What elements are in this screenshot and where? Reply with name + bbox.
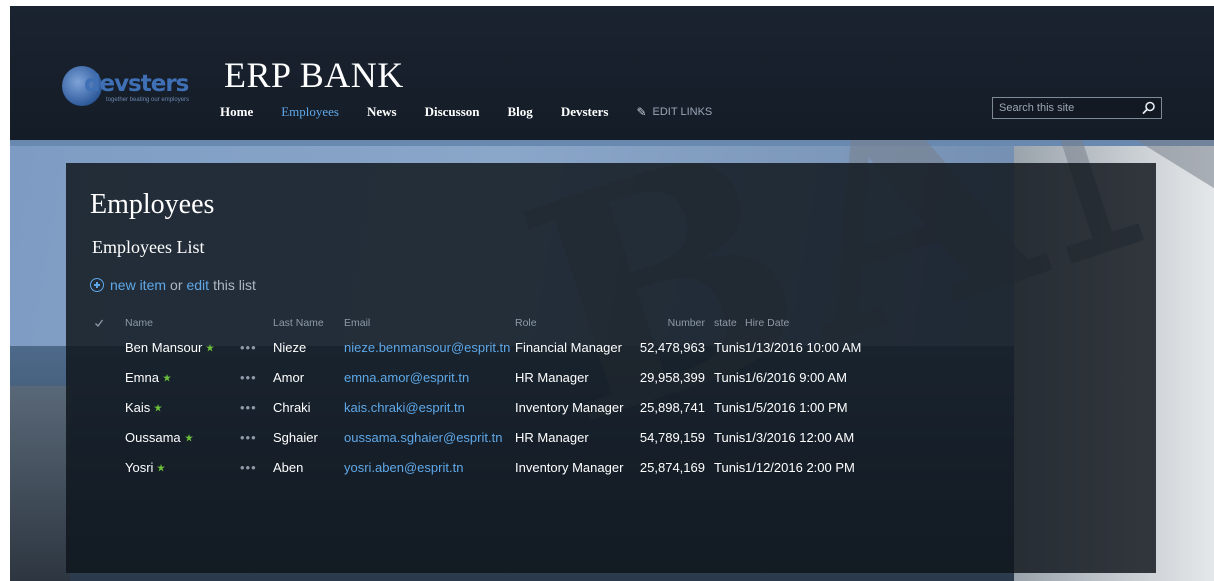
- employee-role: Inventory Manager: [515, 460, 624, 475]
- employee-last-name: Sghaier: [273, 430, 318, 445]
- new-badge-icon: [157, 463, 166, 472]
- content-panel: Employees Employees List new item or edi…: [66, 163, 1156, 573]
- column-header-email[interactable]: Email: [344, 313, 370, 333]
- employee-state: Tunis: [714, 370, 746, 385]
- new-badge-icon: [184, 433, 193, 442]
- top-nav: Home Employees News Discusson Blog Devst…: [220, 102, 712, 122]
- employee-role: HR Manager: [515, 430, 589, 445]
- employee-name[interactable]: Yosri: [125, 453, 166, 483]
- column-header-state[interactable]: state: [714, 313, 737, 333]
- plus-circle-icon[interactable]: [90, 278, 104, 292]
- site-title[interactable]: ERP BANK: [224, 54, 404, 96]
- this-list-text: this list: [213, 277, 256, 293]
- item-menu-ellipsis-icon[interactable]: •••: [240, 333, 257, 363]
- search-input[interactable]: [993, 98, 1145, 118]
- edit-list-link[interactable]: edit: [186, 277, 209, 293]
- new-badge-icon: [154, 403, 163, 412]
- list-title: Employees List: [92, 237, 205, 257]
- employee-state: Tunis: [714, 430, 746, 445]
- employee-name-text: Emna: [125, 370, 159, 385]
- background-building-left: [10, 386, 70, 581]
- employee-last-name: Amor: [273, 370, 305, 385]
- employee-name-text: Yosri: [125, 460, 154, 475]
- employee-number: 29,958,399: [639, 370, 705, 385]
- employee-number: 54,789,159: [639, 430, 705, 445]
- nav-item-news[interactable]: News: [367, 104, 397, 120]
- employee-role: Financial Manager: [515, 340, 622, 355]
- employee-name[interactable]: Ben Mansour: [125, 333, 215, 363]
- employee-email-link[interactable]: kais.chraki@esprit.tn: [344, 393, 465, 423]
- employee-last-name: Aben: [273, 460, 304, 475]
- nav-item-discusson[interactable]: Discusson: [425, 104, 480, 120]
- employee-email-link[interactable]: emna.amor@esprit.tn: [344, 363, 469, 393]
- employee-hire-date: 1/3/2016 12:00 AM: [745, 430, 855, 445]
- employee-name-text: Ben Mansour: [125, 340, 203, 355]
- app-window: BANK devsters together beating our emplo…: [10, 6, 1214, 581]
- employee-number: 25,898,741: [639, 400, 705, 415]
- list-actions: new item or edit this list: [90, 277, 256, 293]
- employee-state: Tunis: [714, 460, 746, 475]
- site-logo[interactable]: devsters together beating our employers: [62, 66, 212, 106]
- edit-links-label: EDIT LINKS: [652, 106, 713, 118]
- employee-name[interactable]: Oussama: [125, 423, 193, 453]
- employee-hire-date: 1/6/2016 9:00 AM: [745, 370, 847, 385]
- item-menu-ellipsis-icon[interactable]: •••: [240, 393, 257, 423]
- edit-links-button[interactable]: ✎ EDIT LINKS: [636, 105, 712, 119]
- employee-name-text: Oussama: [125, 430, 181, 445]
- search-box: [992, 97, 1162, 119]
- new-item-link[interactable]: new item: [110, 277, 166, 293]
- employee-name-text: Kais: [125, 400, 151, 415]
- new-badge-icon: [206, 343, 215, 352]
- employee-name[interactable]: Emna: [125, 363, 171, 393]
- employee-hire-date: 1/12/2016 2:00 PM: [745, 460, 855, 475]
- search-icon: [1142, 101, 1155, 114]
- search-button[interactable]: [1141, 100, 1157, 116]
- site-header: devsters together beating our employers …: [10, 6, 1214, 140]
- employee-state: Tunis: [714, 400, 746, 415]
- pencil-icon: ✎: [636, 105, 647, 119]
- employee-role: Inventory Manager: [515, 400, 624, 415]
- page-title: Employees: [90, 189, 215, 220]
- nav-item-employees[interactable]: Employees: [281, 104, 339, 120]
- item-menu-ellipsis-icon[interactable]: •••: [240, 453, 257, 483]
- employee-email-link[interactable]: yosri.aben@esprit.tn: [344, 453, 463, 483]
- employee-hire-date: 1/5/2016 1:00 PM: [745, 400, 848, 415]
- employee-number: 52,478,963: [639, 340, 705, 355]
- logo-wordmark: devsters: [84, 71, 189, 97]
- column-header-number[interactable]: Number: [630, 313, 705, 333]
- column-header-last-name[interactable]: Last Name: [273, 313, 324, 333]
- column-header-hire-date[interactable]: Hire Date: [745, 313, 789, 333]
- column-header-role[interactable]: Role: [515, 313, 537, 333]
- new-badge-icon: [162, 373, 171, 382]
- nav-item-devsters[interactable]: Devsters: [561, 104, 609, 120]
- employee-last-name: Chraki: [273, 400, 311, 415]
- employee-name[interactable]: Kais: [125, 393, 163, 423]
- employee-number: 25,874,169: [639, 460, 705, 475]
- select-all-checkbox[interactable]: [94, 313, 104, 333]
- employee-hire-date: 1/13/2016 10:00 AM: [745, 340, 862, 355]
- employee-email-link[interactable]: oussama.sghaier@esprit.tn: [344, 423, 502, 453]
- column-header-name[interactable]: Name: [125, 313, 153, 333]
- item-menu-ellipsis-icon[interactable]: •••: [240, 423, 257, 453]
- check-icon: [95, 319, 104, 328]
- nav-item-home[interactable]: Home: [220, 104, 253, 120]
- nav-item-blog[interactable]: Blog: [508, 104, 533, 120]
- employee-email-link[interactable]: nieze.benmansour@esprit.tn: [344, 333, 510, 363]
- item-menu-ellipsis-icon[interactable]: •••: [240, 363, 257, 393]
- employee-last-name: Nieze: [273, 340, 307, 355]
- or-text: or: [170, 277, 183, 293]
- employee-state: Tunis: [714, 340, 746, 355]
- employee-role: HR Manager: [515, 370, 589, 385]
- logo-tagline: together beating our employers: [106, 97, 190, 103]
